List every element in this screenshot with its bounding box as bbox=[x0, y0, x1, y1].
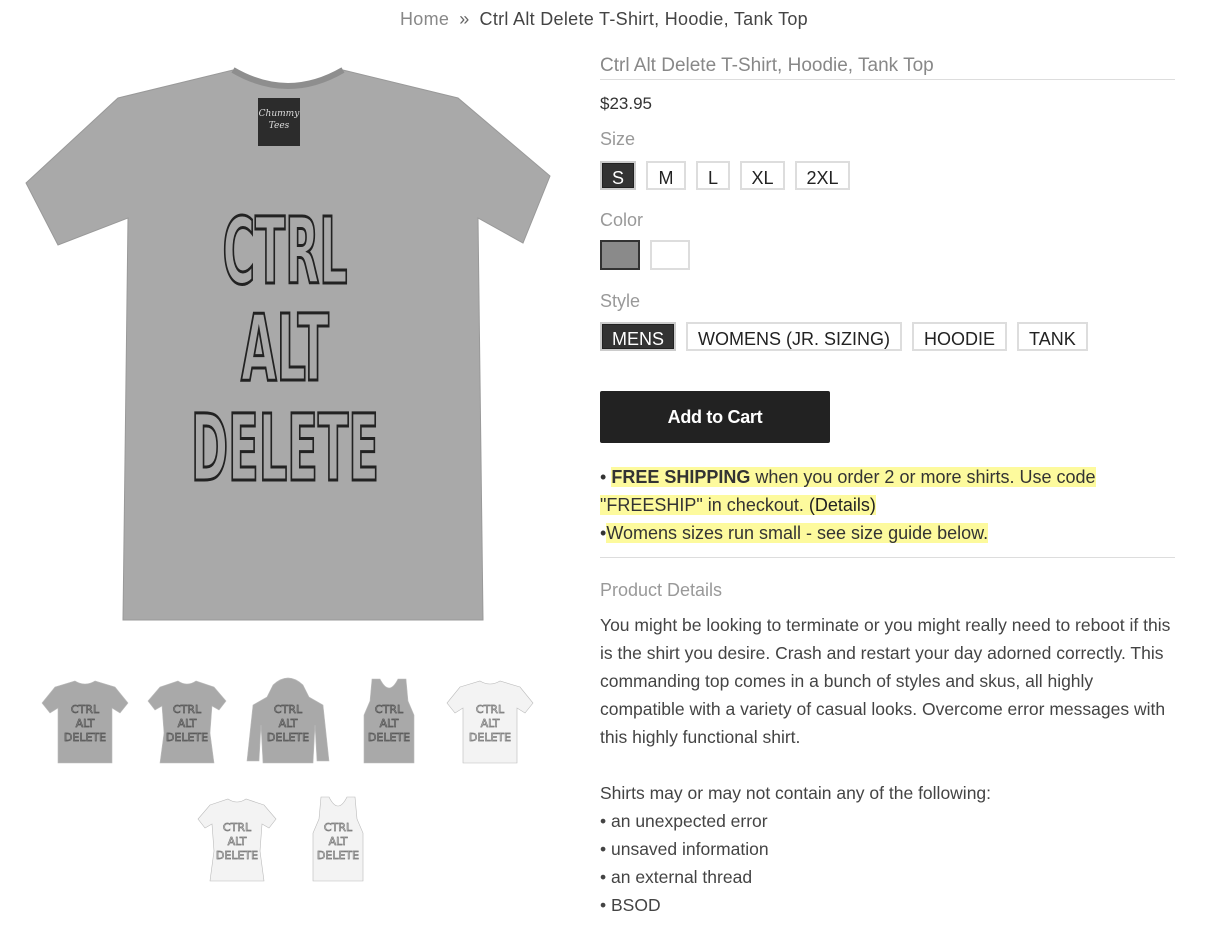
description-line: compatible with a variety of casual look… bbox=[600, 699, 1166, 719]
section-divider bbox=[600, 557, 1175, 558]
svg-text:DELETE: DELETE bbox=[166, 731, 208, 744]
shipping-notes: • FREE SHIPPING when you order 2 or more… bbox=[600, 463, 1175, 547]
size-option-xl[interactable]: XL bbox=[740, 161, 785, 190]
add-to-cart-button[interactable]: Add to Cart bbox=[600, 391, 830, 443]
product-description: You might be looking to terminate or you… bbox=[600, 611, 1175, 751]
feature-list-item: • unsaved information bbox=[600, 839, 769, 859]
breadcrumb-home-link[interactable]: Home bbox=[400, 9, 449, 29]
size-options: S M L XL 2XL bbox=[600, 161, 1175, 190]
svg-text:ALT: ALT bbox=[329, 835, 348, 848]
shipping-text-1: when you order 2 or more shirts. Use cod… bbox=[750, 467, 1096, 487]
thumb-womens-grey[interactable]: CTRL ALT DELETE bbox=[142, 675, 232, 767]
svg-text:CTRL: CTRL bbox=[375, 703, 404, 716]
svg-text:CTRL: CTRL bbox=[324, 821, 353, 834]
description-line: You might be looking to terminate or you… bbox=[600, 615, 1171, 635]
main-product-image[interactable]: Chummy Tees CTRL ALT DELETE bbox=[18, 58, 558, 638]
thumb-tank-white[interactable]: CTRL ALT DELETE bbox=[293, 793, 383, 885]
description-line: commanding top comes in a bunch of style… bbox=[600, 671, 1094, 691]
shirt-tag-text-1: Chummy bbox=[259, 109, 301, 119]
size-label: Size bbox=[600, 129, 636, 149]
color-swatch-white[interactable] bbox=[650, 240, 690, 270]
svg-text:ALT: ALT bbox=[76, 717, 95, 730]
womens-sizing-note: Womens sizes run small - see size guide … bbox=[606, 523, 989, 543]
feature-list-item: • an external thread bbox=[600, 867, 753, 887]
svg-text:DELETE: DELETE bbox=[368, 731, 410, 744]
svg-text:ALT: ALT bbox=[481, 717, 500, 730]
shirt-print-line-1: CTRL bbox=[223, 198, 348, 305]
style-option-mens[interactable]: MENS bbox=[600, 322, 677, 351]
size-option-l[interactable]: L bbox=[696, 161, 730, 190]
thumb-mens-grey[interactable]: CTRL ALT DELETE bbox=[40, 675, 130, 767]
svg-text:ALT: ALT bbox=[228, 835, 247, 848]
shipping-details-link[interactable]: (Details) bbox=[809, 495, 876, 515]
svg-text:DELETE: DELETE bbox=[317, 849, 359, 862]
color-swatch-grey[interactable] bbox=[600, 240, 640, 270]
svg-text:CTRL: CTRL bbox=[173, 703, 202, 716]
feature-list-item: • BSOD bbox=[600, 895, 661, 915]
note-bullet: • bbox=[600, 467, 607, 487]
svg-text:DELETE: DELETE bbox=[469, 731, 511, 744]
thumb-mens-white[interactable]: CTRL ALT DELETE bbox=[445, 675, 535, 767]
product-details-title: Product Details bbox=[600, 580, 723, 600]
svg-text:DELETE: DELETE bbox=[64, 731, 106, 744]
color-options bbox=[600, 240, 1175, 270]
feature-list-intro: Shirts may or may not contain any of the… bbox=[600, 783, 992, 803]
thumb-womens-white[interactable]: CTRL ALT DELETE bbox=[192, 793, 282, 885]
breadcrumb: Home » Ctrl Alt Delete T-Shirt, Hoodie, Ta… bbox=[0, 9, 1208, 30]
shipping-text-2: "FREESHIP" in checkout. bbox=[600, 495, 804, 515]
svg-text:ALT: ALT bbox=[178, 717, 197, 730]
feature-list-item: • an unexpected error bbox=[600, 811, 768, 831]
svg-text:ALT: ALT bbox=[380, 717, 399, 730]
svg-text:CTRL: CTRL bbox=[223, 821, 252, 834]
description-line: is the shirt you desire. Crash and resta… bbox=[600, 643, 1164, 663]
shirt-print-line-2: ALT bbox=[241, 295, 329, 402]
free-shipping-text: FREE SHIPPING bbox=[611, 467, 751, 487]
svg-text:ALT: ALT bbox=[279, 717, 298, 730]
feature-list: Shirts may or may not contain any of the… bbox=[600, 779, 1175, 919]
style-options: MENS WOMENS (JR. SIZING) HOODIE TANK bbox=[600, 322, 1175, 351]
style-option-tank[interactable]: TANK bbox=[1017, 322, 1088, 351]
thumb-hoodie-grey[interactable]: CTRL ALT DELETE bbox=[243, 675, 333, 767]
color-label: Color bbox=[600, 210, 644, 230]
style-option-womens[interactable]: WOMENS (JR. SIZING) bbox=[686, 322, 903, 351]
shirt-tag-text-2: Tees bbox=[269, 121, 290, 131]
breadcrumb-current: Ctrl Alt Delete T-Shirt, Hoodie, Tank To… bbox=[479, 9, 808, 29]
size-option-s[interactable]: S bbox=[600, 161, 636, 190]
product-price: $23.95 bbox=[600, 94, 652, 113]
size-option-m[interactable]: M bbox=[646, 161, 686, 190]
style-option-hoodie[interactable]: HOODIE bbox=[912, 322, 1008, 351]
svg-text:DELETE: DELETE bbox=[216, 849, 258, 862]
svg-text:DELETE: DELETE bbox=[267, 731, 309, 744]
svg-text:CTRL: CTRL bbox=[274, 703, 303, 716]
size-option-2xl[interactable]: 2XL bbox=[795, 161, 850, 190]
breadcrumb-separator: » bbox=[459, 9, 470, 29]
svg-text:CTRL: CTRL bbox=[476, 703, 505, 716]
svg-text:CTRL: CTRL bbox=[71, 703, 100, 716]
product-title: Ctrl Alt Delete T-Shirt, Hoodie, Tank To… bbox=[600, 55, 1175, 80]
thumb-tank-grey[interactable]: CTRL ALT DELETE bbox=[344, 675, 434, 767]
shirt-print-line-3: DELETE bbox=[191, 395, 379, 502]
description-line: this highly functional shirt. bbox=[600, 727, 801, 747]
style-label: Style bbox=[600, 291, 641, 311]
